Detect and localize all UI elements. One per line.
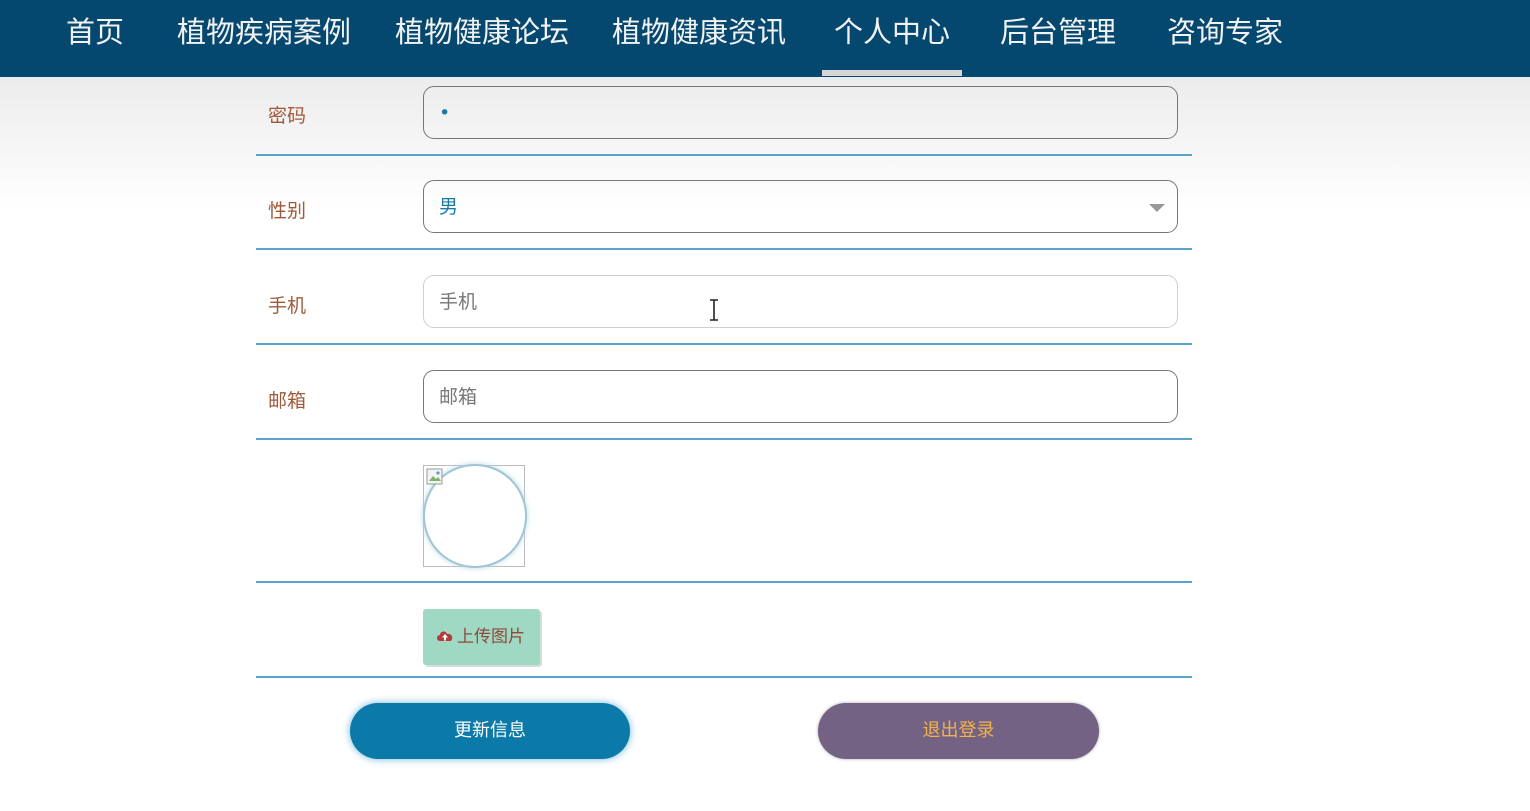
email-placeholder: 邮箱 <box>439 386 478 408</box>
upload-row: 上传图片 <box>256 583 1192 678</box>
gender-selected-value: 男 <box>439 196 459 218</box>
logout-button[interactable]: 退出登录 <box>818 703 1099 759</box>
avatar-preview <box>423 464 527 568</box>
email-label: 邮箱 <box>268 390 307 412</box>
text-cursor-icon <box>710 299 718 321</box>
nav-item-personal-center[interactable]: 个人中心 <box>822 0 963 76</box>
gender-select[interactable]: 男 <box>423 180 1178 233</box>
nav-item-plant-disease-cases[interactable]: 植物疾病案例 <box>177 0 351 70</box>
broken-image-icon <box>426 468 443 485</box>
upload-image-button[interactable]: 上传图片 <box>423 609 540 665</box>
phone-label: 手机 <box>268 295 307 317</box>
nav-item-plant-health-forum[interactable]: 植物健康论坛 <box>395 0 569 70</box>
avatar-row <box>256 440 1192 583</box>
nav-item-plant-health-news[interactable]: 植物健康资讯 <box>612 0 786 70</box>
password-label: 密码 <box>268 105 307 127</box>
password-field[interactable]: • <box>423 86 1178 139</box>
phone-placeholder: 手机 <box>439 291 478 313</box>
chevron-down-icon <box>1149 204 1165 212</box>
password-row: 密码 • <box>256 77 1192 156</box>
phone-row: 手机 手机 <box>256 250 1192 345</box>
email-row: 邮箱 邮箱 <box>256 345 1192 440</box>
nav-item-home[interactable]: 首页 <box>66 0 124 70</box>
cloud-upload-icon <box>437 631 453 641</box>
upload-button-label: 上传图片 <box>457 627 525 647</box>
nav-item-admin[interactable]: 后台管理 <box>1000 0 1116 70</box>
gender-row: 性别 男 <box>256 156 1192 250</box>
top-navigation: 首页 植物疾病案例 植物健康论坛 植物健康资讯 个人中心 后台管理 咨询专家 <box>0 0 1530 77</box>
phone-field[interactable]: 手机 <box>423 275 1178 328</box>
gender-label: 性别 <box>268 200 307 222</box>
update-info-button[interactable]: 更新信息 <box>350 703 630 759</box>
password-value: • <box>439 102 451 124</box>
nav-item-consult-expert[interactable]: 咨询专家 <box>1167 0 1283 70</box>
email-field[interactable]: 邮箱 <box>423 370 1178 423</box>
